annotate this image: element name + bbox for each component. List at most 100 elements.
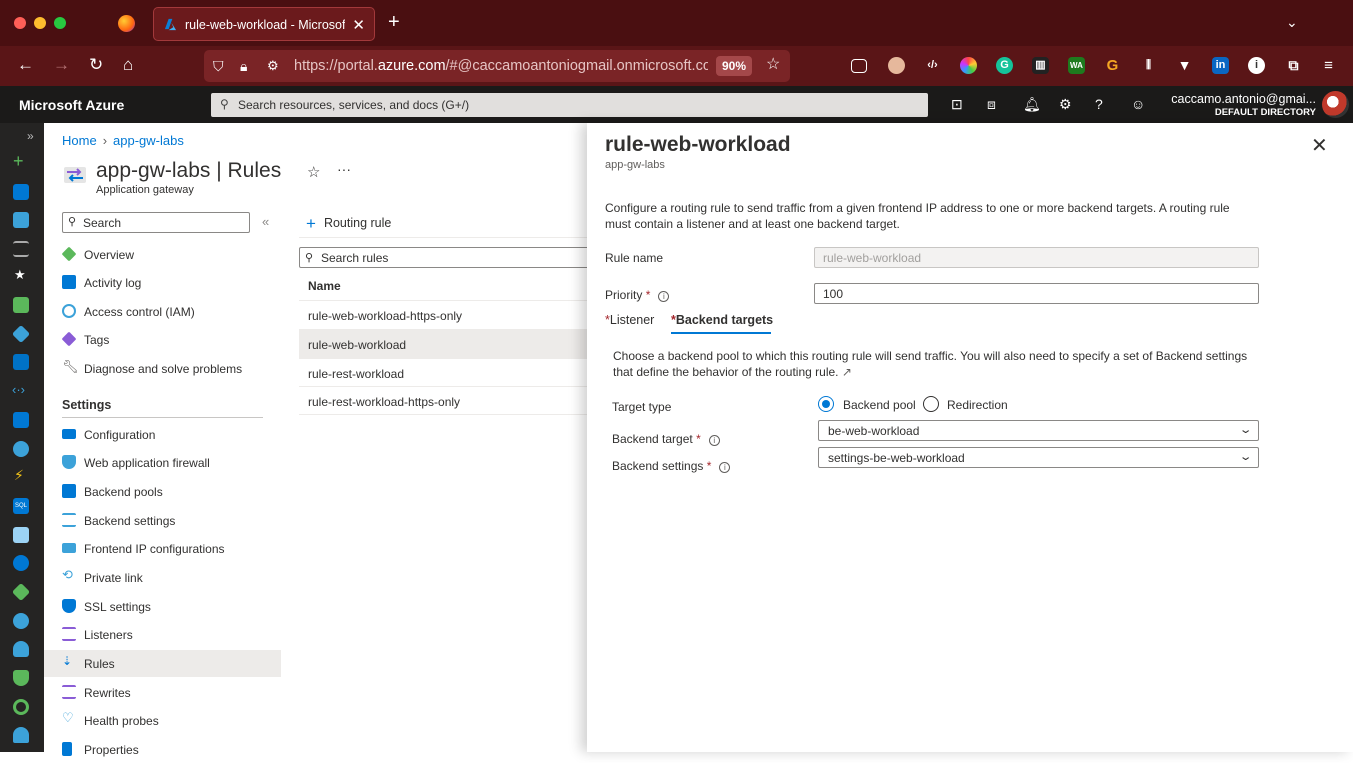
- table-row[interactable]: rule-web-workload-https-only: [299, 300, 599, 329]
- linkedin-icon[interactable]: in: [1212, 57, 1229, 74]
- breadcrumb-home[interactable]: Home: [62, 133, 97, 148]
- resource-groups-icon[interactable]: [11, 324, 31, 344]
- cloud-shell-icon[interactable]: ⊡: [951, 96, 963, 113]
- help-icon[interactable]: ?: [1095, 96, 1103, 112]
- rules-search-input[interactable]: ⚲ Search rules: [299, 247, 599, 268]
- rule-name-cell[interactable]: rule-web-workload-https-only: [308, 309, 462, 323]
- chevron-down-icon[interactable]: ⌄: [1286, 14, 1298, 31]
- advisor-icon[interactable]: [13, 613, 29, 629]
- url-bar[interactable]: ⛉ 🔒︎ ⚙ https://portal.azure.com/#@caccam…: [204, 50, 790, 82]
- redirection-radio[interactable]: [923, 396, 939, 412]
- grammarly-icon[interactable]: G: [996, 57, 1013, 74]
- external-link-icon[interactable]: ↗: [842, 365, 852, 379]
- notifications-icon[interactable]: 🔔︎: [1023, 96, 1041, 113]
- global-search-input[interactable]: ⚲ Search resources, services, and docs (…: [211, 93, 928, 117]
- security-shield-icon[interactable]: [13, 670, 29, 686]
- info-icon[interactable]: i: [719, 462, 731, 473]
- cloud-icon[interactable]: [13, 641, 29, 657]
- menu-item-rewrites[interactable]: Rewrites: [44, 679, 281, 706]
- reload-icon[interactable]: ↻: [89, 55, 103, 75]
- menu-search-input[interactable]: ⚲ Search: [62, 212, 250, 233]
- home-rail-icon[interactable]: [13, 184, 29, 200]
- menu-item-listeners[interactable]: Listeners: [44, 621, 281, 648]
- breadcrumb-resource[interactable]: app-gw-labs: [113, 133, 184, 148]
- sql-databases-icon[interactable]: SQL: [13, 498, 29, 514]
- vnet-icon[interactable]: ‹·›: [12, 382, 25, 397]
- settings-gear-icon[interactable]: ⚙: [1059, 96, 1072, 113]
- zoom-level[interactable]: 90%: [716, 56, 753, 76]
- monitor-icon[interactable]: [11, 582, 31, 602]
- url-text[interactable]: https://portal.azure.com/#@caccamoantoni…: [294, 58, 708, 74]
- menu-item-waf[interactable]: Web application firewall: [44, 449, 281, 476]
- menu-item-backend-settings[interactable]: Backend settings: [44, 507, 281, 534]
- dashboard-icon[interactable]: [13, 212, 29, 228]
- rule-name-cell[interactable]: rule-rest-workload: [308, 367, 404, 381]
- favorites-star-icon[interactable]: ★: [14, 267, 26, 283]
- menu-item-overview[interactable]: Overview: [44, 241, 281, 268]
- color-picker-icon[interactable]: [960, 57, 977, 74]
- expand-rail-icon[interactable]: »: [27, 129, 34, 143]
- cost-management-icon[interactable]: [13, 699, 29, 715]
- backend-pool-radio[interactable]: [818, 396, 834, 412]
- wa-extension-icon[interactable]: WA: [1068, 57, 1085, 74]
- browser-tab[interactable]: rule-web-workload - Microsoft Azure ✕: [153, 7, 375, 41]
- back-icon[interactable]: ←: [17, 55, 34, 75]
- collapse-menu-icon[interactable]: «: [262, 214, 269, 229]
- table-row[interactable]: rule-rest-workload: [299, 358, 599, 387]
- permissions-icon[interactable]: ⚙: [267, 56, 279, 76]
- all-services-icon[interactable]: [13, 241, 29, 257]
- menu-item-frontend-ip[interactable]: Frontend IP configurations: [44, 535, 281, 562]
- reader-extension-icon[interactable]: ▥: [1032, 57, 1049, 74]
- maximize-window-button[interactable]: [54, 17, 66, 29]
- portal-brand[interactable]: Microsoft Azure: [19, 97, 124, 113]
- close-icon[interactable]: ✕: [1311, 133, 1328, 158]
- close-tab-icon[interactable]: ✕: [352, 16, 365, 34]
- minimize-window-button[interactable]: [34, 17, 46, 29]
- bookmark-star-icon[interactable]: ☆: [766, 55, 780, 75]
- more-options-button[interactable]: ···: [337, 161, 351, 177]
- close-window-button[interactable]: [14, 17, 26, 29]
- shield-icon[interactable]: ⛉: [213, 56, 224, 76]
- home-icon[interactable]: ⌂: [123, 55, 133, 75]
- app-services-icon[interactable]: [13, 354, 29, 370]
- backend-pool-label[interactable]: Backend pool: [843, 398, 916, 412]
- tab-backend-targets[interactable]: *Backend targets: [671, 313, 773, 327]
- virtual-machines-icon[interactable]: [13, 412, 29, 428]
- backend-target-select[interactable]: be-web-workload ⌄: [818, 420, 1259, 441]
- avatar[interactable]: [1322, 91, 1349, 118]
- create-resource-icon[interactable]: +: [13, 151, 24, 172]
- feedback-icon[interactable]: ☺: [1131, 96, 1145, 112]
- help-support-icon[interactable]: [13, 727, 29, 743]
- backend-settings-select[interactable]: settings-be-web-workload ⌄: [818, 447, 1259, 468]
- menu-item-tags[interactable]: Tags: [44, 326, 281, 353]
- load-balancer-icon[interactable]: [13, 555, 29, 571]
- code-extension-icon[interactable]: ‹/›: [924, 57, 941, 74]
- cosmos-db-icon[interactable]: [13, 441, 29, 457]
- tab-listener[interactable]: *Listener: [605, 313, 654, 327]
- directory-filter-icon[interactable]: ⧈: [987, 96, 996, 113]
- menu-item-diagnose[interactable]: 🔧︎ Diagnose and solve problems: [44, 355, 281, 382]
- redirection-label[interactable]: Redirection: [947, 398, 1008, 412]
- cookie-extension-icon[interactable]: [888, 57, 905, 74]
- table-row[interactable]: rule-rest-workload-https-only: [299, 386, 599, 415]
- menu-item-access-control[interactable]: Access control (IAM): [44, 298, 281, 325]
- add-routing-rule-button[interactable]: + Routing rule: [306, 214, 391, 234]
- g-extension-icon[interactable]: G: [1104, 57, 1121, 74]
- info-icon[interactable]: i: [658, 291, 670, 302]
- priority-field[interactable]: [814, 283, 1259, 304]
- new-tab-button[interactable]: +: [388, 12, 400, 32]
- function-apps-icon[interactable]: ⚡︎: [14, 467, 24, 484]
- forward-icon[interactable]: →: [53, 55, 70, 75]
- rule-name-cell[interactable]: rule-rest-workload-https-only: [308, 395, 460, 409]
- menu-item-configuration[interactable]: Configuration: [44, 421, 281, 448]
- menu-item-rules[interactable]: ⇣ Rules: [44, 650, 281, 677]
- menu-item-health-probes[interactable]: ♡ Health probes: [44, 707, 281, 734]
- menu-item-ssl-settings[interactable]: SSL settings: [44, 593, 281, 620]
- tool-extension-icon[interactable]: ⫼: [1140, 57, 1157, 74]
- column-header-name[interactable]: Name: [308, 279, 341, 293]
- pocket-icon[interactable]: [851, 59, 867, 73]
- all-resources-icon[interactable]: [13, 297, 29, 313]
- hamburger-menu-icon[interactable]: ≡: [1320, 57, 1337, 74]
- info-icon[interactable]: i: [708, 435, 720, 446]
- favorite-star-icon[interactable]: ☆: [307, 163, 320, 181]
